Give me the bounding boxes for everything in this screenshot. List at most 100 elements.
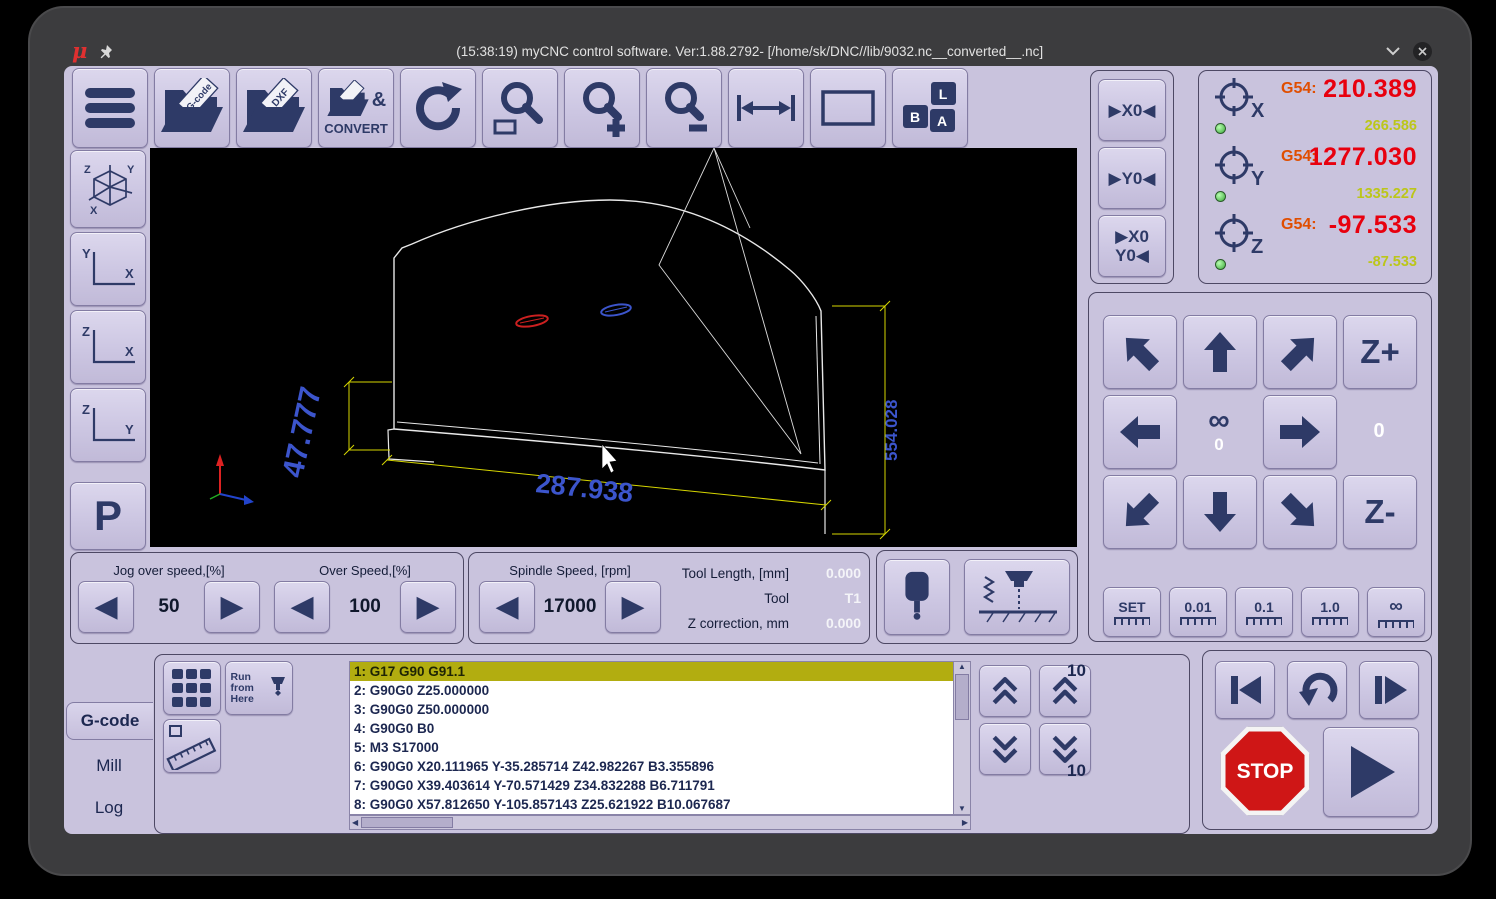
arrow-down-right-icon [1280, 492, 1315, 527]
scroll-left-icon[interactable]: ◀ [352, 818, 358, 827]
park-button[interactable]: P [70, 482, 146, 550]
jog-step-infinity-button[interactable]: ∞ [1367, 587, 1425, 637]
stop-octagon-icon: STOP [1220, 726, 1310, 816]
zoom-out-button[interactable] [646, 68, 722, 148]
left-triangle-icon: ◀ [290, 590, 314, 623]
spindle-speed-decrease-button[interactable]: ◀ [479, 581, 535, 633]
arrow-down-icon [1204, 492, 1236, 532]
spindle-speed-control: Spindle Speed, [rpm] ◀ 17000 ▶ [479, 563, 661, 633]
jog-up-right-button[interactable] [1263, 315, 1337, 389]
spindle-speed-increase-button[interactable]: ▶ [605, 581, 661, 633]
open-dxf-button[interactable]: DXF [236, 68, 312, 148]
jog-right-button[interactable] [1263, 395, 1337, 469]
gcode-line[interactable]: 4: G90G0 B0 [350, 719, 954, 738]
zero-x-button[interactable]: ▶X0◀ [1098, 79, 1166, 141]
zero-y-button[interactable]: ▶Y0◀ [1098, 147, 1166, 209]
open-and-convert-button[interactable]: & CONVERT [318, 68, 394, 148]
close-button[interactable] [1413, 41, 1432, 61]
gcode-line[interactable]: 6: G90G0 X20.111965 Y-35.285714 Z42.9822… [350, 757, 954, 776]
rapid-move-lines [658, 146, 802, 455]
gcode-line[interactable]: 3: G90G0 Z50.000000 [350, 700, 954, 719]
page-down-button[interactable] [979, 723, 1031, 775]
angled-ruler-icon [166, 725, 217, 770]
menu-button[interactable] [72, 68, 148, 148]
jog-left-button[interactable] [1103, 395, 1177, 469]
scroll-right-icon[interactable]: ▶ [962, 818, 968, 827]
hotkeys-button[interactable]: L B A [892, 68, 968, 148]
infinity-icon: ∞ [1208, 404, 1230, 437]
axis-status-led [1215, 191, 1226, 202]
rect-select-button[interactable] [810, 68, 886, 148]
spindle-mini-icon [270, 677, 285, 696]
page-up-button[interactable] [979, 665, 1031, 717]
scroll-up-icon[interactable]: ▲ [954, 663, 970, 671]
tab-mill[interactable]: Mill [66, 748, 152, 784]
start-button[interactable] [1323, 727, 1419, 817]
gcode-line[interactable]: 7: G90G0 X39.403614 Y-70.571429 Z34.8322… [350, 776, 954, 795]
spindle-panel: Spindle Speed, [rpm] ◀ 17000 ▶ Tool Leng… [468, 552, 870, 644]
view-zy-button[interactable]: Z Y [70, 388, 146, 462]
open-gcode-button[interactable]: G-code [154, 68, 230, 148]
over-speed-increase-button[interactable]: ▶ [400, 581, 456, 633]
play-from-line-button[interactable] [1359, 661, 1419, 719]
view-xy-button[interactable]: Y X [70, 232, 146, 306]
tab-gcode[interactable]: G-code [66, 702, 153, 740]
jog-speed-increase-button[interactable]: ▶ [204, 581, 260, 633]
tool-probe-button[interactable] [884, 559, 950, 635]
rewind-to-start-button[interactable] [1215, 661, 1275, 719]
jog-up-button[interactable] [1183, 315, 1257, 389]
back-one-line-button[interactable] [1287, 661, 1347, 719]
view-zx-button[interactable]: Z X [70, 310, 146, 384]
jog-down-left-button[interactable] [1103, 475, 1177, 549]
over-speed-label: Over Speed,[%] [319, 563, 411, 578]
jog-step-01-button[interactable]: 0.1 [1235, 587, 1293, 637]
gcode-line[interactable]: 5: M3 S17000 [350, 738, 954, 757]
jog-speed-display: ∞ 0 [1183, 395, 1255, 467]
tool-length-measure-button[interactable] [964, 559, 1070, 635]
jog-down-button[interactable] [1183, 475, 1257, 549]
gcode-line[interactable]: 8: G90G0 X57.812650 Y-105.857143 Z25.621… [350, 795, 954, 814]
scroll-down-icon[interactable]: ▼ [958, 805, 966, 813]
view-zy-icon: Z Y [82, 402, 135, 442]
jog-z-minus-button[interactable]: Z- [1343, 475, 1417, 549]
horizontal-scrollbar-thumb[interactable] [361, 817, 454, 828]
zero-y-label: ▶Y0◀ [1108, 168, 1156, 188]
pin-icon[interactable] [99, 44, 114, 59]
vertical-scrollbar-thumb[interactable] [955, 674, 969, 720]
jog-speed-value: 50 [158, 596, 180, 617]
zoom-fit-button[interactable] [482, 68, 558, 148]
stop-button[interactable]: STOP [1219, 725, 1311, 817]
vertical-scrollbar[interactable]: ▲ ▼ [953, 661, 971, 815]
gcode-listing[interactable]: 1: G17 G90 G91.1 2: G90G0 Z25.000000 3: … [349, 661, 955, 815]
tab-log[interactable]: Log [66, 790, 152, 826]
gcode-line[interactable]: 1: G17 G90 G91.1 [350, 662, 954, 681]
dro-z-machine-value: -87.533 [1367, 254, 1417, 270]
jog-step-10-button[interactable]: 1.0 [1301, 587, 1359, 637]
jog-down-right-button[interactable] [1263, 475, 1337, 549]
main-content: G-code DXF & CONVERT L B A Z Y X Y X Z X… [64, 66, 1438, 834]
svg-text:Y: Y [127, 164, 135, 176]
zoom-in-button[interactable] [564, 68, 640, 148]
rotate-workpiece-button[interactable] [163, 719, 221, 773]
gcode-line[interactable]: 2: G90G0 Z25.000000 [350, 681, 954, 700]
zero-xy-button[interactable]: ▶X0 Y0◀ [1098, 215, 1166, 277]
menu-icon [85, 88, 135, 128]
refresh-button[interactable] [400, 68, 476, 148]
toolpath-grid-button[interactable] [163, 661, 221, 715]
jog-speed-decrease-button[interactable]: ◀ [78, 581, 134, 633]
collapse-chevron-icon[interactable] [1385, 46, 1401, 56]
app-window: μ (15:38:19) myCNC control software. Ver… [28, 6, 1472, 876]
jog-up-left-button[interactable] [1103, 315, 1177, 389]
jog-step-set-button[interactable]: SET [1103, 587, 1161, 637]
toolpath-canvas[interactable]: 47.777 287.938 554.028 [150, 146, 1077, 547]
dimension-left: 47.777 [277, 384, 328, 481]
over-speed-decrease-button[interactable]: ◀ [274, 581, 330, 633]
fit-width-button[interactable] [728, 68, 804, 148]
window-title: (15:38:19) myCNC control software. Ver:1… [456, 43, 1044, 59]
view-3d-button[interactable]: Z Y X [70, 150, 146, 228]
jog-step-001-button[interactable]: 0.01 [1169, 587, 1227, 637]
run-from-here-button[interactable]: Run from Here [225, 661, 293, 715]
dro-row-y: Y G54: 1277.030 1335.227 [1205, 142, 1425, 208]
jog-z-plus-button[interactable]: Z+ [1343, 315, 1417, 389]
horizontal-scrollbar[interactable]: ◀ ▶ [349, 815, 971, 830]
